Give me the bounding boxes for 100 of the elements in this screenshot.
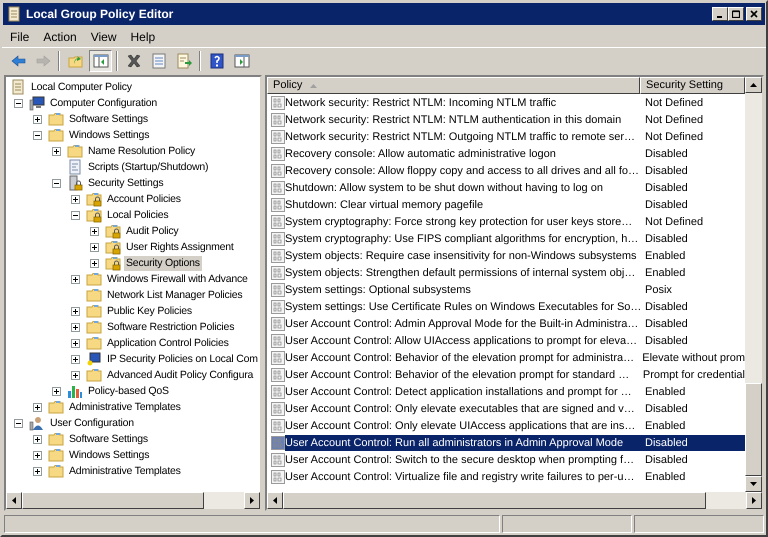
- scroll-thumb[interactable]: [745, 383, 762, 476]
- scroll-icon: [6, 6, 22, 22]
- policy-row[interactable]: Shutdown: Clear virtual memory pagefile: [285, 196, 640, 212]
- policy-row[interactable]: User Account Control: Only elevate executables that are signed and v…: [285, 400, 640, 416]
- policy-row[interactable]: System objects: Require case insensitivity for non-Windows subsystems: [285, 248, 640, 264]
- toolbar-button[interactable]: [89, 50, 112, 72]
- menu-item[interactable]: Action: [37, 28, 83, 46]
- close-button[interactable]: [746, 7, 762, 21]
- policy-row[interactable]: System cryptography: Use FIPS compliant algorithms for encryption, h…: [285, 230, 642, 246]
- policy-row[interactable]: Network security: Restrict NTLM: Incoming NTLM traffic: [285, 94, 640, 110]
- security-setting-cell-text: Disabled: [644, 402, 689, 416]
- tree-item[interactable]: Administrative Templates: [67, 400, 183, 414]
- collapse-icon[interactable]: [14, 98, 23, 108]
- tree-item[interactable]: Name Resolution Policy: [86, 144, 198, 158]
- tree-item[interactable]: Local Computer Policy: [29, 80, 134, 94]
- tree-item[interactable]: Software Settings: [67, 432, 150, 446]
- expand-icon[interactable]: [90, 226, 99, 236]
- expand-icon[interactable]: [71, 306, 80, 316]
- tree-item[interactable]: Windows Settings: [67, 128, 152, 142]
- expand-icon[interactable]: [71, 338, 80, 348]
- minimize-button[interactable]: [712, 7, 728, 21]
- tree-item[interactable]: Policy-based QoS: [86, 384, 171, 398]
- expand-icon[interactable]: [90, 242, 99, 252]
- menu-item[interactable]: Help: [124, 28, 162, 46]
- expand-icon[interactable]: [33, 114, 42, 124]
- expand-icon[interactable]: [52, 146, 61, 156]
- scroll-thumb[interactable]: [22, 492, 204, 509]
- policy-row[interactable]: Recovery console: Allow automatic administrative logon: [285, 146, 640, 162]
- policy-row[interactable]: Shutdown: Allow system to be shut down without having to log on: [285, 180, 640, 196]
- scroll-left-button[interactable]: [6, 492, 22, 509]
- expand-icon[interactable]: [71, 354, 80, 364]
- policy-row[interactable]: System cryptography: Force strong key protection for user keys store…: [285, 214, 640, 230]
- column-header[interactable]: Policy: [267, 77, 640, 94]
- expand-icon[interactable]: [33, 450, 42, 460]
- policy-row[interactable]: Network security: Restrict NTLM: Outgoing NTLM traffic to remote ser…: [285, 128, 640, 144]
- tree-item[interactable]: Network List Manager Policies: [105, 288, 244, 302]
- tree-item[interactable]: Public Key Policies: [105, 304, 194, 318]
- expand-icon[interactable]: [33, 466, 42, 476]
- expand-icon[interactable]: [71, 194, 80, 204]
- column-header[interactable]: Security Setting: [640, 77, 745, 94]
- policy-icon: [271, 96, 285, 110]
- expand-icon[interactable]: [90, 258, 99, 268]
- tree-item[interactable]: Windows Firewall with Advance: [105, 272, 250, 286]
- tree-item[interactable]: Advanced Audit Policy Configura: [105, 368, 256, 382]
- scroll-thumb[interactable]: [283, 492, 706, 509]
- menu-item[interactable]: View: [84, 28, 122, 46]
- delete-icon: [126, 52, 142, 68]
- expand-icon[interactable]: [71, 322, 80, 332]
- tree-item[interactable]: Security Settings: [86, 176, 166, 190]
- collapse-icon[interactable]: [71, 210, 80, 220]
- menu-item[interactable]: File: [4, 28, 36, 46]
- tree-item[interactable]: Administrative Templates: [67, 464, 183, 478]
- policy-row[interactable]: Recovery console: Allow floppy copy and access to all drives and all fo…: [285, 162, 642, 178]
- policy-row[interactable]: Network security: Restrict NTLM: NTLM authentication in this domain: [285, 112, 640, 128]
- policy-row[interactable]: User Account Control: Behavior of the elevation prompt for standard …: [285, 366, 638, 382]
- scroll-right-button[interactable]: [244, 492, 260, 509]
- collapse-icon[interactable]: [33, 130, 42, 140]
- policy-row[interactable]: User Account Control: Detect application installations and prompt for …: [285, 384, 640, 400]
- tree-item[interactable]: User Rights Assignment: [124, 240, 236, 254]
- expand-icon[interactable]: [71, 274, 80, 284]
- tree-item[interactable]: Computer Configuration: [48, 96, 160, 110]
- tree-item[interactable]: Windows Settings: [67, 448, 152, 462]
- security-setting-cell-text: Not Defined: [644, 214, 704, 230]
- collapse-icon[interactable]: [52, 178, 61, 188]
- tree-item[interactable]: Scripts (Startup/Shutdown): [86, 160, 210, 174]
- policy-row[interactable]: User Account Control: Virtualize file and registry write failures to per-u…: [285, 468, 640, 484]
- security-setting-cell-text: Enabled: [644, 266, 686, 280]
- vertical-scrollbar[interactable]: [745, 77, 762, 492]
- properties-icon: [150, 52, 166, 68]
- policy-icon: [271, 180, 285, 194]
- tree-item[interactable]: IP Security Policies on Local Com: [105, 352, 260, 366]
- expand-icon[interactable]: [52, 386, 61, 396]
- policy-row[interactable]: System settings: Optional subsystems: [285, 282, 640, 298]
- security-setting-cell-text: Posix: [644, 282, 673, 298]
- scroll-left-button[interactable]: [267, 492, 283, 509]
- tree-item[interactable]: Application Control Policies: [105, 336, 231, 350]
- tree-item[interactable]: Account Policies: [105, 192, 183, 206]
- expand-icon[interactable]: [71, 370, 80, 380]
- security-setting-cell-text: Prompt for credential: [642, 368, 745, 382]
- policy-row[interactable]: User Account Control: Admin Approval Mode for the Built-in Administra…: [285, 316, 642, 332]
- expand-icon[interactable]: [33, 402, 42, 412]
- tree-item[interactable]: Local Policies: [105, 208, 170, 222]
- tree-item[interactable]: User Configuration: [48, 416, 136, 430]
- tree-item[interactable]: Audit Policy: [124, 224, 180, 238]
- policy-row[interactable]: System settings: Use Certificate Rules on Windows Executables for So…: [285, 298, 644, 314]
- policy-row[interactable]: User Account Control: Switch to the secure desktop when prompting f…: [285, 452, 640, 468]
- policy-row[interactable]: System objects: Strengthen default permissions of internal system obj…: [285, 264, 640, 280]
- tree-item[interactable]: Software Restriction Policies: [105, 320, 236, 334]
- policy-row[interactable]: User Account Control: Allow UIAccess applications to prompt for eleva…: [285, 332, 640, 348]
- tree-item[interactable]: Software Settings: [67, 112, 150, 126]
- left-arrow-icon: [273, 497, 277, 504]
- scroll-right-button[interactable]: [746, 492, 762, 509]
- policy-row[interactable]: User Account Control: Run all administrators in Admin Approval Mode: [285, 434, 640, 450]
- tree-item[interactable]: Security Options: [124, 256, 202, 270]
- policy-icon: [271, 316, 285, 330]
- expand-icon[interactable]: [33, 434, 42, 444]
- collapse-icon[interactable]: [14, 418, 23, 428]
- policy-row[interactable]: User Account Control: Only elevate UIAccess applications that are ins…: [285, 418, 640, 434]
- maximize-button[interactable]: [728, 7, 744, 21]
- policy-row[interactable]: User Account Control: Behavior of the elevation prompt for administra…: [285, 350, 638, 366]
